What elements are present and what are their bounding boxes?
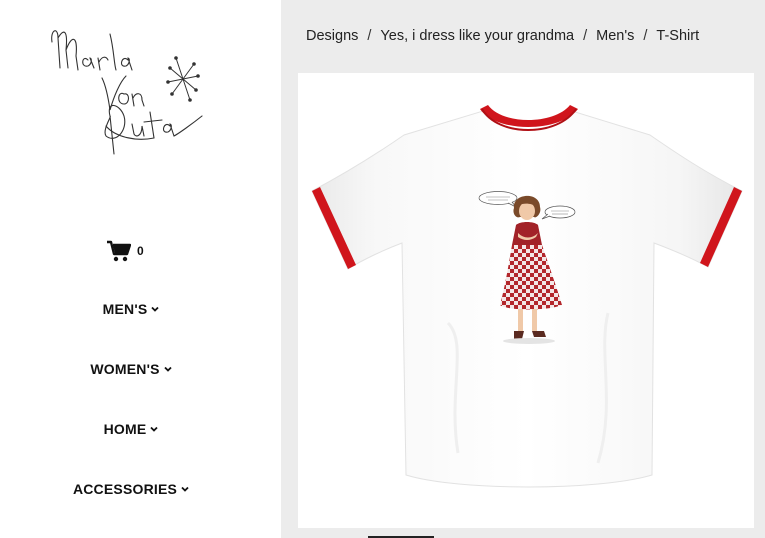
breadcrumb-separator: / bbox=[367, 28, 372, 44]
breadcrumb-mens[interactable]: Men's bbox=[596, 28, 634, 44]
cart-icon bbox=[107, 240, 131, 262]
breadcrumb-tshirt: T-Shirt bbox=[656, 28, 700, 44]
cart-button[interactable]: 0 bbox=[107, 240, 144, 262]
product-image[interactable] bbox=[298, 73, 754, 528]
nav-accessories[interactable]: ACCESSORIES bbox=[0, 481, 262, 497]
logo-star-icon bbox=[166, 56, 200, 102]
nav-womens[interactable]: WOMEN'S bbox=[0, 361, 262, 377]
nav-womens-label: WOMEN'S bbox=[90, 361, 160, 377]
chevron-down-icon bbox=[151, 305, 160, 313]
breadcrumb-design[interactable]: Yes, i dress like your grandma bbox=[380, 28, 574, 44]
nav-mens-label: MEN'S bbox=[102, 301, 148, 317]
sidebar: 0 MEN'S WOMEN'S HOME ACCESSORIES bbox=[0, 0, 281, 538]
logo-image bbox=[51, 30, 203, 155]
nav-home[interactable]: HOME bbox=[0, 421, 262, 437]
cart-count: 0 bbox=[137, 244, 144, 258]
nav-mens[interactable]: MEN'S bbox=[0, 301, 262, 317]
store-logo[interactable] bbox=[44, 20, 214, 165]
breadcrumb-designs[interactable]: Designs bbox=[306, 28, 358, 44]
chevron-down-icon bbox=[150, 425, 159, 433]
breadcrumb-separator: / bbox=[583, 28, 588, 44]
nav-accessories-label: ACCESSORIES bbox=[72, 481, 178, 497]
chevron-down-icon bbox=[181, 485, 189, 493]
tshirt-image bbox=[311, 105, 743, 488]
chevron-down-icon bbox=[164, 365, 172, 373]
nav-home-label: HOME bbox=[103, 421, 147, 437]
breadcrumb-separator: / bbox=[643, 28, 648, 44]
breadcrumb: Designs / Yes, i dress like your grandma / M… bbox=[306, 28, 699, 44]
